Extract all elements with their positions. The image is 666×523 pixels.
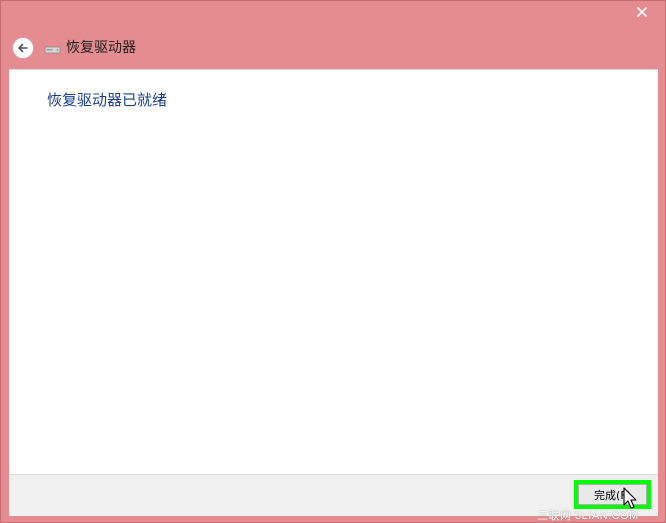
content-area: 恢复驱动器已就绪	[9, 69, 658, 474]
watermark: 三联网 3LIAN.COM	[537, 510, 639, 522]
window-title: 恢复驱动器	[66, 40, 136, 56]
main-heading: 恢复驱动器已就绪	[47, 91, 168, 109]
back-button[interactable]	[12, 37, 34, 59]
close-icon	[637, 7, 647, 17]
title-bar: 恢复驱动器	[1, 29, 665, 69]
close-button[interactable]	[629, 3, 655, 21]
back-arrow-icon	[18, 43, 28, 53]
drive-icon	[44, 46, 61, 54]
recovery-drive-window: 恢复驱动器 恢复驱动器已就绪 完成(F) 三联网 3LIAN.COM	[0, 0, 666, 523]
